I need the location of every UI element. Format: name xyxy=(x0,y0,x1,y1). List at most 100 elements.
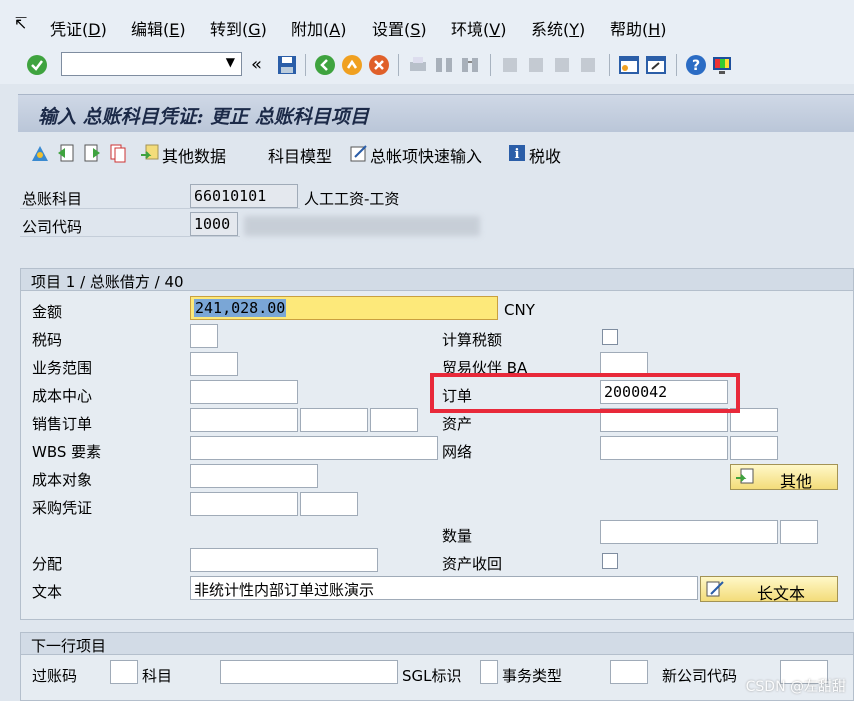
asset-retirement-label: 资产收回 xyxy=(442,555,503,573)
special-gl-field[interactable] xyxy=(480,660,498,684)
sales-order-item-field[interactable] xyxy=(300,408,368,432)
other-data-icon[interactable] xyxy=(140,143,160,163)
copy-item-icon[interactable] xyxy=(108,143,128,163)
other-button[interactable]: 其他 xyxy=(730,464,838,491)
next-account-field[interactable] xyxy=(220,660,398,684)
assignment-field[interactable] xyxy=(190,548,378,572)
previous-page-icon[interactable] xyxy=(525,54,547,76)
exit-icon[interactable] xyxy=(341,54,363,76)
page-title: 输入 总账科目凭证: 更正 总账科目项目 xyxy=(38,106,369,128)
sales-order-label: 销售订单 xyxy=(32,415,93,433)
unit-field[interactable] xyxy=(780,520,818,544)
gl-account-label: 总账科目 xyxy=(22,190,83,208)
company-code-label: 公司代码 xyxy=(22,218,83,236)
cancel-icon[interactable] xyxy=(368,54,390,76)
amount-value: 241,028.00 xyxy=(194,299,287,317)
purchasing-document-field[interactable] xyxy=(190,492,298,516)
network-field[interactable] xyxy=(600,436,728,460)
find-next-icon[interactable] xyxy=(459,54,481,76)
save-icon[interactable] xyxy=(276,54,298,76)
business-area-field[interactable] xyxy=(190,352,238,376)
standard-toolbar: ▼ « ? xyxy=(0,48,854,84)
sales-order-field[interactable] xyxy=(190,408,298,432)
wbs-element-label: WBS 要素 xyxy=(32,443,102,461)
text-field[interactable]: 非统计性内部订单过账演示 xyxy=(190,576,698,600)
fast-entry-icon[interactable] xyxy=(349,143,369,163)
back-icon[interactable] xyxy=(314,54,336,76)
calculate-tax-checkbox[interactable] xyxy=(602,329,618,345)
other-data-button[interactable]: 其他数据 xyxy=(162,143,226,167)
company-code-field[interactable]: 1000 xyxy=(190,212,238,236)
last-page-icon[interactable] xyxy=(577,54,599,76)
text-label: 文本 xyxy=(32,583,63,601)
amount-field[interactable]: 241,028.00 xyxy=(190,296,498,320)
command-field[interactable]: ▼ xyxy=(61,52,242,76)
cost-center-field[interactable] xyxy=(190,380,298,404)
assignment-label: 分配 xyxy=(32,555,63,573)
tax-button[interactable]: 税收 xyxy=(529,143,561,167)
customize-layout-icon[interactable] xyxy=(711,54,733,76)
transaction-type-field[interactable] xyxy=(610,660,648,684)
menu-system[interactable]: 系统(Y) xyxy=(531,16,585,40)
next-item-icon[interactable] xyxy=(82,143,102,163)
sales-order-schedule-field[interactable] xyxy=(370,408,418,432)
item-group-title: 项目 1 / 总账借方 / 40 xyxy=(21,269,853,291)
application-toolbar: 其他数据 科目模型 总帐项快速输入 i 税收 xyxy=(18,134,854,174)
menu-help[interactable]: 帮助(H) xyxy=(610,16,667,40)
menu-document[interactable]: 凭证(D) xyxy=(50,16,107,40)
long-text-button-label: 长文本 xyxy=(756,584,805,603)
svg-text:i: i xyxy=(515,147,520,162)
previous-item-icon[interactable] xyxy=(56,143,76,163)
currency-label: CNY xyxy=(504,301,535,319)
fast-entry-button[interactable]: 总帐项快速输入 xyxy=(370,143,482,167)
long-text-button[interactable]: 长文本 xyxy=(700,576,838,603)
next-page-icon[interactable] xyxy=(551,54,573,76)
amount-label: 金额 xyxy=(32,303,63,321)
menu-extras[interactable]: 附加(A) xyxy=(291,16,346,40)
next-item-group-title: 下一行项目 xyxy=(21,633,853,655)
wbs-element-field[interactable] xyxy=(190,436,438,460)
next-account-label: 科目 xyxy=(142,667,173,685)
cost-center-label: 成本中心 xyxy=(32,387,93,405)
asset-label: 资产 xyxy=(442,415,473,433)
cost-object-field[interactable] xyxy=(190,464,318,488)
posting-key-field[interactable] xyxy=(110,660,138,684)
back-arrows-icon[interactable]: « xyxy=(251,54,262,75)
shortcut-icon[interactable] xyxy=(645,54,667,76)
first-page-icon[interactable] xyxy=(499,54,521,76)
account-model-button[interactable]: 科目模型 xyxy=(268,143,332,167)
menu-environment[interactable]: 环境(V) xyxy=(451,16,506,40)
help-icon[interactable]: ? xyxy=(685,54,707,76)
asset-retirement-checkbox[interactable] xyxy=(602,553,618,569)
purchasing-document-label: 采购凭证 xyxy=(32,499,93,517)
posting-key-label: 过账码 xyxy=(32,667,78,685)
new-session-icon[interactable] xyxy=(618,54,640,76)
info-icon[interactable]: i xyxy=(507,143,527,163)
menu-goto[interactable]: 转到(G) xyxy=(210,16,267,40)
menu-edit[interactable]: 编辑(E) xyxy=(131,16,186,40)
tax-code-field[interactable] xyxy=(190,324,218,348)
system-menu-icon[interactable]: ↸ xyxy=(14,14,27,33)
menu-settings[interactable]: 设置(S) xyxy=(372,16,427,40)
quantity-field[interactable] xyxy=(600,520,778,544)
quantity-label: 数量 xyxy=(442,527,473,545)
enter-icon[interactable] xyxy=(26,54,48,76)
gl-account-field[interactable]: 66010101 xyxy=(190,184,298,208)
title-bar: 输入 总账科目凭证: 更正 总账科目项目 xyxy=(18,94,854,132)
gl-account-description: 人工工资-工资 xyxy=(304,190,400,208)
calculate-tax-label: 计算税额 xyxy=(442,331,503,349)
overview-icon[interactable] xyxy=(30,143,50,163)
svg-text:?: ? xyxy=(692,58,700,74)
blurred-company-name xyxy=(244,216,480,236)
business-area-label: 业务范围 xyxy=(32,359,93,377)
transaction-type-label: 事务类型 xyxy=(502,667,563,685)
print-icon[interactable] xyxy=(407,54,429,76)
network-label: 网络 xyxy=(442,443,473,461)
new-company-code-label: 新公司代码 xyxy=(662,667,738,685)
chevron-down-icon[interactable]: ▼ xyxy=(226,55,235,69)
purchasing-item-field[interactable] xyxy=(300,492,358,516)
other-button-label: 其他 xyxy=(779,472,812,491)
watermark: CSDN @左甜甜 xyxy=(745,679,846,695)
network-activity-field[interactable] xyxy=(730,436,778,460)
find-icon[interactable] xyxy=(433,54,455,76)
